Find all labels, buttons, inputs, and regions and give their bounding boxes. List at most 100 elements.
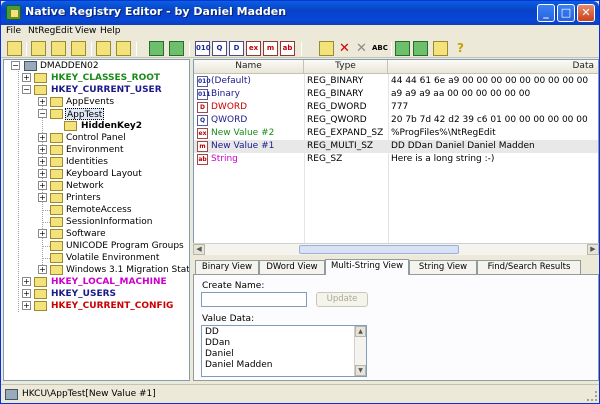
tree-hiddenkey2[interactable]: HiddenKey2 (81, 120, 142, 132)
tree-network[interactable]: Network (66, 180, 104, 192)
load-key-icon[interactable] (31, 41, 46, 56)
list-item[interactable]: Q QWORD REG_QWORD 20 7b 7d 42 d2 39 c6 0… (194, 114, 598, 127)
tree-keyboard-layout[interactable]: Keyboard Layout (66, 168, 142, 180)
close-button[interactable]: ✕ (577, 4, 595, 22)
tree-control-panel[interactable]: Control Panel (66, 132, 126, 144)
expand-toggle[interactable]: + (38, 229, 47, 238)
tab-multi-string-view[interactable]: Multi-String View (325, 259, 409, 275)
folder-icon (34, 301, 47, 311)
maximize-button[interactable]: □ (557, 4, 575, 22)
list-item[interactable]: ex New Value #2 REG_EXPAND_SZ %ProgFiles… (194, 127, 598, 140)
properties-icon[interactable] (433, 41, 448, 56)
tree-hkcr[interactable]: HKEY_CLASSES_ROOT (51, 72, 160, 84)
expand-toggle[interactable]: + (22, 301, 31, 310)
value-data-textarea[interactable]: DD DDan Daniel Daniel Madden ▲ ▼ (201, 325, 367, 377)
menu-help[interactable]: Help (100, 26, 121, 36)
open-hive-icon[interactable] (7, 41, 22, 56)
expand-toggle[interactable]: + (22, 289, 31, 298)
save-key-icon[interactable] (51, 41, 66, 56)
expand-toggle[interactable]: + (38, 181, 47, 190)
minimize-button[interactable]: _ (537, 4, 555, 22)
tab-string-view[interactable]: String View (409, 260, 477, 275)
rename-icon[interactable] (319, 41, 334, 56)
list-item-selected[interactable]: m New Value #1 REG_MULTI_SZ DD DDan Dani… (194, 140, 598, 153)
tree-unicode-program-groups[interactable]: UNICODE Program Groups (66, 240, 184, 252)
list-item[interactable]: 011 Binary REG_BINARY a9 a9 a9 aa 00 00 … (194, 88, 598, 101)
expand-toggle[interactable]: + (38, 193, 47, 202)
new-string-value-icon[interactable]: ab (280, 41, 295, 56)
tree-hkcu[interactable]: HKEY_CURRENT_USER (51, 84, 162, 96)
new-dword-value-icon[interactable]: D (229, 41, 244, 56)
col-name[interactable]: Name (194, 60, 304, 74)
tab-find-search-results[interactable]: Find/Search Results (477, 260, 581, 275)
textarea-vertical-scrollbar[interactable]: ▲ ▼ (354, 326, 366, 376)
list-item[interactable]: 010 (Default) REG_BINARY 44 44 61 6e a9 … (194, 75, 598, 88)
tree-printers[interactable]: Printers (66, 192, 101, 204)
delete-icon[interactable]: ✕ (337, 41, 352, 56)
tree-sessioninformation[interactable]: SessionInformation (66, 216, 152, 228)
find-icon[interactable]: ABC (371, 41, 388, 56)
expand-toggle[interactable]: + (38, 169, 47, 178)
multi-string-icon: m (197, 141, 208, 152)
new-binary-value-icon[interactable]: 010 (195, 41, 211, 56)
list-horizontal-scrollbar[interactable]: ◀ ▶ (193, 243, 599, 255)
tree-windows31-migration[interactable]: Windows 3.1 Migration Status (66, 264, 189, 276)
title-bar[interactable]: Native Registry Editor - by Daniel Madde… (1, 1, 599, 25)
tree-hku[interactable]: HKEY_USERS (51, 288, 116, 300)
tab-binary-view[interactable]: Binary View (195, 260, 259, 275)
tree-software[interactable]: Software (66, 228, 106, 240)
tree-apptest[interactable]: AppTest (65, 108, 105, 120)
tree-hkcc[interactable]: HKEY_CURRENT_CONFIG (51, 300, 173, 312)
scroll-thumb[interactable] (299, 245, 459, 254)
scroll-left-icon[interactable]: ◀ (193, 244, 205, 255)
menu-file[interactable]: File (6, 26, 21, 36)
tree-line (42, 258, 50, 259)
copy-key-icon[interactable] (96, 41, 111, 56)
new-multi-string-icon[interactable]: m (263, 41, 278, 56)
expand-toggle[interactable]: − (22, 85, 31, 94)
scroll-down-icon[interactable]: ▼ (355, 365, 366, 376)
new-expand-string-icon[interactable]: ex (246, 41, 261, 56)
export-key-icon[interactable] (71, 41, 86, 56)
tree-environment[interactable]: Environment (66, 144, 123, 156)
expand-toggle[interactable]: + (38, 157, 47, 166)
resize-grip-icon[interactable] (587, 391, 597, 401)
registry-tree[interactable]: − DMADDEN02 + HKEY_CLASSES_ROOT − HKEY_C… (3, 59, 190, 381)
expand-toggle[interactable]: + (38, 265, 47, 274)
menu-view[interactable]: View (75, 26, 96, 36)
expand-toggle[interactable]: + (38, 133, 47, 142)
tab-dword-view[interactable]: DWord View (259, 260, 325, 275)
expand-toggle[interactable]: − (38, 109, 47, 118)
new-qword-value-icon[interactable]: Q (212, 41, 227, 56)
create-name-input[interactable] (201, 292, 307, 307)
tree-hklm[interactable]: HKEY_LOCAL_MACHINE (51, 276, 167, 288)
expand-toggle[interactable]: + (38, 145, 47, 154)
status-bar: HKCU\AppTest[New Value #1] (1, 384, 599, 403)
new-hidden-key-icon[interactable] (169, 41, 184, 56)
expand-toggle[interactable]: + (38, 97, 47, 106)
menu-ntregedit[interactable]: NtRegEdit (28, 26, 73, 36)
expand-toggle[interactable]: + (22, 277, 31, 286)
col-type[interactable]: Type (304, 60, 388, 74)
computer-icon (5, 389, 18, 400)
tree-remoteaccess[interactable]: RemoteAccess (66, 204, 132, 216)
scroll-right-icon[interactable]: ▶ (587, 244, 599, 255)
folder-icon (50, 145, 63, 155)
tree-volatile-environment[interactable]: Volatile Environment (66, 252, 159, 264)
toolbar-separator (136, 42, 137, 56)
values-list[interactable]: Name Type Data 010 (Default) REG_BINARY … (193, 59, 599, 255)
refresh-icon[interactable] (395, 41, 410, 56)
tree-appevents[interactable]: AppEvents (66, 96, 114, 108)
compare-icon[interactable] (413, 41, 428, 56)
scroll-up-icon[interactable]: ▲ (355, 326, 366, 337)
tree-identities[interactable]: Identities (66, 156, 108, 168)
col-data[interactable]: Data (388, 60, 598, 74)
expand-toggle[interactable]: − (11, 61, 20, 70)
paste-key-icon[interactable] (116, 41, 131, 56)
tree-root[interactable]: DMADDEN02 (40, 60, 99, 72)
new-key-icon[interactable] (149, 41, 164, 56)
list-item[interactable]: ab String REG_SZ Here is a long string :… (194, 153, 598, 166)
help-icon[interactable]: ? (453, 41, 468, 56)
expand-toggle[interactable]: + (22, 73, 31, 82)
list-item[interactable]: D DWORD REG_DWORD 777 (194, 101, 598, 114)
